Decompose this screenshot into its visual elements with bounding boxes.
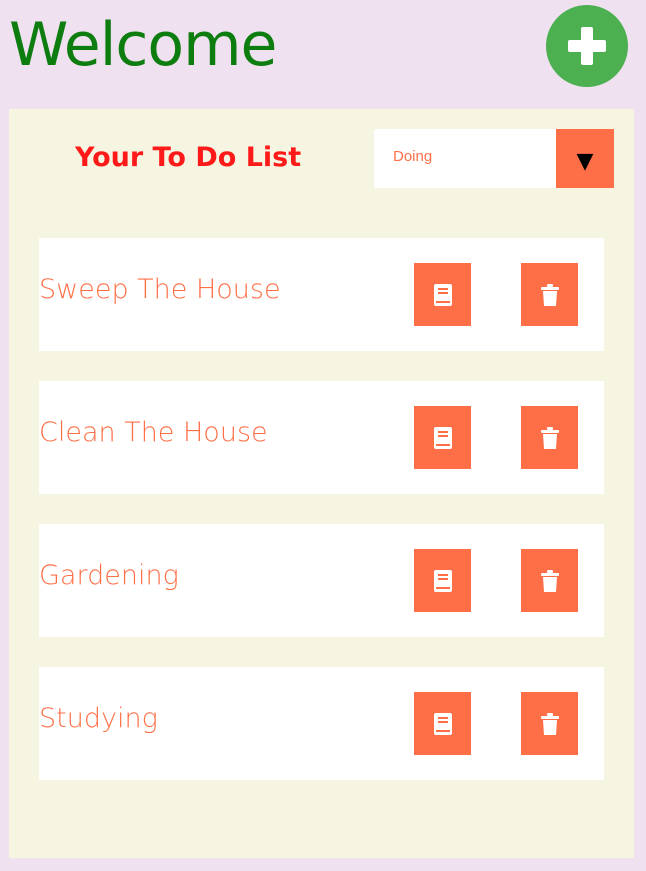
todo-item: Studying: [39, 667, 604, 780]
edit-todo-button[interactable]: [414, 549, 471, 612]
edit-todo-button[interactable]: [414, 406, 471, 469]
todo-label: Studying: [39, 703, 158, 734]
todo-item: Clean The House: [39, 381, 604, 494]
trash-icon: [540, 283, 559, 306]
book-icon: [433, 426, 452, 449]
delete-todo-button[interactable]: [521, 692, 578, 755]
chevron-down-icon[interactable]: ▼: [556, 129, 614, 188]
todo-label: Clean The House: [39, 417, 268, 448]
list-title: Your To Do List: [75, 142, 302, 173]
delete-todo-button[interactable]: [521, 406, 578, 469]
delete-todo-button[interactable]: [521, 549, 578, 612]
page-title: Welcome: [9, 10, 277, 80]
trash-icon: [540, 712, 559, 735]
edit-todo-button[interactable]: [414, 692, 471, 755]
trash-icon: [540, 569, 559, 592]
book-icon: [433, 283, 452, 306]
book-icon: [433, 712, 452, 735]
todo-panel: Your To Do List Doing ▼ Sweep The House …: [9, 109, 634, 858]
filter-selected-value: Doing: [393, 148, 433, 165]
add-todo-button[interactable]: [546, 5, 628, 87]
status-filter-select[interactable]: Doing ▼: [374, 129, 614, 188]
delete-todo-button[interactable]: [521, 263, 578, 326]
todo-label: Gardening: [39, 560, 179, 591]
trash-icon: [540, 426, 559, 449]
edit-todo-button[interactable]: [414, 263, 471, 326]
plus-icon-bar: [568, 40, 606, 52]
todo-label: Sweep The House: [39, 274, 281, 305]
todo-item: Sweep The House: [39, 238, 604, 351]
todo-item: Gardening: [39, 524, 604, 637]
book-icon: [433, 569, 452, 592]
